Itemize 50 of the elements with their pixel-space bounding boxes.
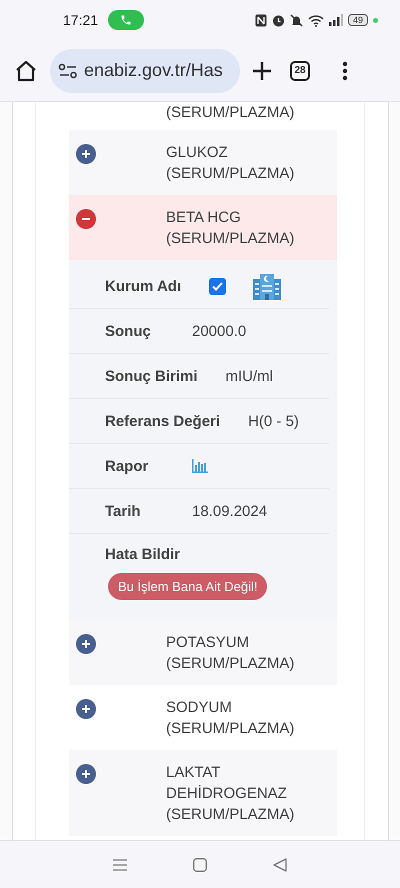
field-label: Tarih (105, 502, 142, 520)
field-label: Rapor (105, 458, 150, 474)
test-row[interactable]: POTASYUM (SERUM/PLAZMA) (69, 620, 337, 685)
field-value: 20000.0 (192, 322, 246, 340)
expand-button[interactable] (76, 764, 96, 784)
status-time: 17:21 (63, 12, 98, 28)
test-name: SODYUM (SERUM/PLAZMA) (166, 698, 294, 739)
privacy-dot (373, 18, 378, 22)
home-nav-icon[interactable] (193, 858, 207, 872)
test-row[interactable]: LAKTAT DEHİDROGENAZ (SERUM/PLAZMA) (69, 750, 337, 836)
signal-icon (328, 14, 343, 26)
field-value: H(0 - 5) (248, 412, 299, 430)
field-label: Hata Bildir (105, 546, 180, 563)
test-row[interactable]: BETA HCG (SERUM/PLAZMA) (69, 195, 337, 260)
test-row[interactable]: GLUKOZ (SERUM/PLAZMA) (69, 130, 337, 195)
report-error-button[interactable]: Bu İşlem Bana Ait Değil! (108, 573, 268, 600)
test-row[interactable]: SODYUM (SERUM/PLAZMA) (69, 685, 337, 750)
checkbox[interactable] (209, 278, 226, 294)
test-name: BETA HCG (SERUM/PLAZMA) (166, 208, 294, 249)
back-icon[interactable] (273, 858, 287, 872)
field-label: Kurum Adı (105, 278, 182, 294)
home-icon[interactable] (14, 58, 38, 82)
nfc-icon (254, 14, 267, 26)
hospital-building-icon (252, 271, 282, 301)
site-settings-icon[interactable] (58, 62, 78, 78)
expand-button[interactable] (76, 699, 96, 719)
recent-apps-icon[interactable] (113, 858, 127, 870)
test-name: POTASYUM (SERUM/PLAZMA) (166, 633, 294, 674)
test-name: LAKTAT DEHİDROGENAZ (SERUM/PLAZMA) (166, 763, 294, 825)
address-bar[interactable]: enabiz.gov.tr/Has (50, 48, 240, 92)
expand-button[interactable] (76, 144, 96, 164)
test-name: GLUKOZ (SERUM/PLAZMA) (166, 143, 294, 184)
field-label: Sonuç Birimi (105, 368, 198, 384)
expand-button[interactable] (76, 634, 96, 654)
test-name: (SERUM/PLAZMA) (165, 103, 296, 123)
collapse-button[interactable] (76, 209, 96, 229)
checkmark-icon (212, 282, 224, 290)
field-label: Sonuç (105, 322, 152, 340)
new-tab-icon[interactable] (252, 60, 272, 80)
battery-level: 49 (348, 14, 368, 26)
tab-count[interactable]: 28 (290, 60, 310, 80)
field-value: 18.09.2024 (192, 502, 268, 520)
bar-chart-icon[interactable] (192, 459, 208, 473)
url-text: enabiz.gov.tr/Has (84, 60, 223, 81)
field-value: mIU/ml (226, 368, 274, 384)
field-label: Referans Değeri (105, 412, 220, 430)
wifi-icon (308, 14, 324, 26)
muted-bell-icon (290, 14, 303, 26)
menu-icon[interactable] (342, 60, 348, 80)
alarm-icon (272, 14, 285, 26)
